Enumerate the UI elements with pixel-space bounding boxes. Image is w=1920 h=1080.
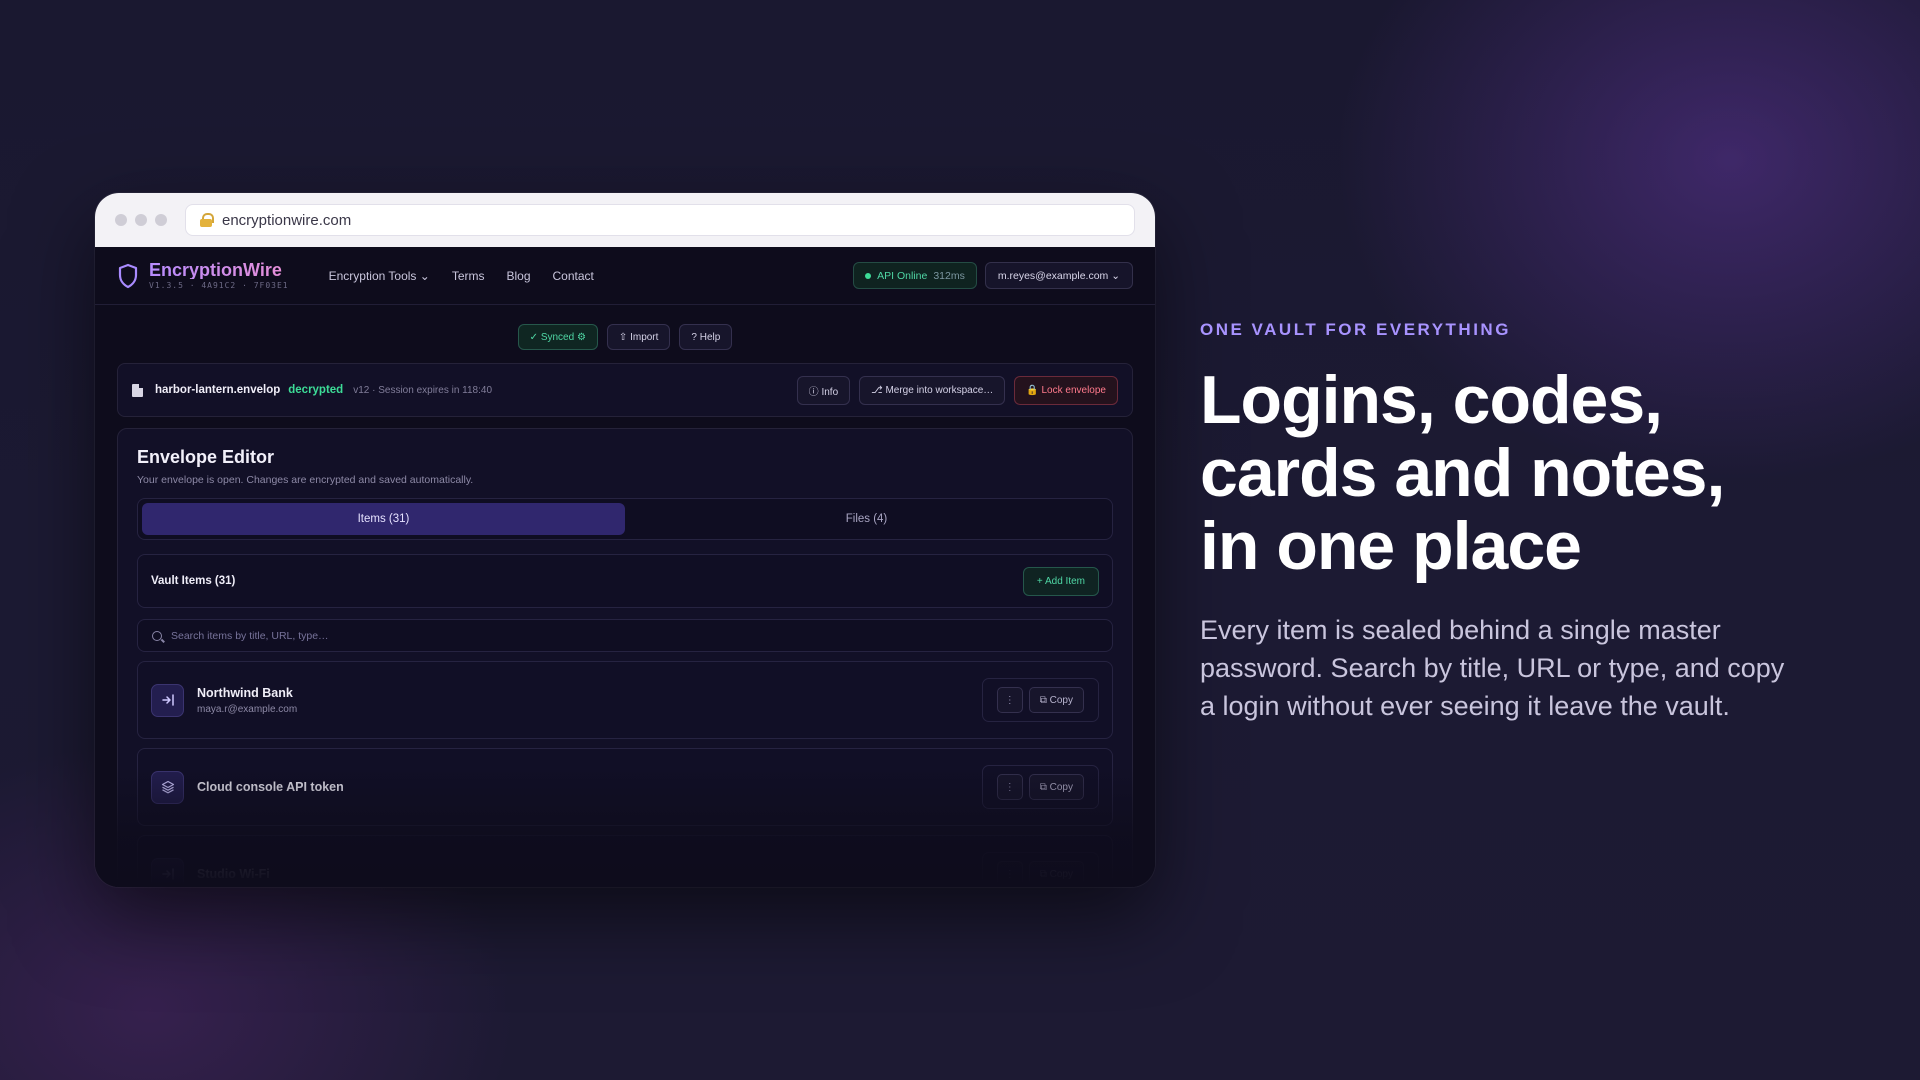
brand[interactable]: EncryptionWire V1.3.5 · 4A91C2 · 7F03E1 [117,261,289,290]
search-input[interactable]: Search items by title, URL, type… [137,619,1113,652]
item-title: Northwind Bank [197,685,293,700]
vault-header: Vault Items (31) + Add Item [137,554,1113,608]
eyebrow: ONE VAULT FOR EVERYTHING [1200,320,1511,339]
user-menu-button[interactable]: m.reyes@example.com ⌄ [984,262,1133,289]
item-text: Northwind Bank maya.r@example.com [197,686,297,715]
url-text: encryptionwire.com [222,211,352,229]
copy-button[interactable]: ⧉ Copy [1028,861,1084,887]
maximize-dot[interactable] [155,214,167,226]
tab-items[interactable]: Items (31) [142,503,625,535]
brand-text: EncryptionWire V1.3.5 · 4A91C2 · 7F03E1 [149,261,289,290]
help-button[interactable]: ? Help [679,324,733,350]
hero-body: Every item is sealed behind a single mas… [1200,615,1785,721]
item-actions: ⋮ ⧉ Copy [981,678,1099,722]
top-navigation: EncryptionWire V1.3.5 · 4A91C2 · 7F03E1 … [95,247,1155,305]
brand-version: V1.3.5 · 4A91C2 · 7F03E1 [149,281,289,290]
api-status-label: API Online [877,269,928,282]
address-bar[interactable]: encryptionwire.com [185,204,1135,236]
list-item[interactable]: Studio Wi-Fi ⋮ ⧉ Copy [137,835,1113,887]
item-subtitle: maya.r@example.com [197,703,298,715]
headline-line: in one place [1200,508,1582,584]
item-text: Cloud console API token [197,780,344,794]
item-text: Studio Wi-Fi [197,867,270,881]
search-icon [152,630,162,641]
close-dot[interactable] [115,214,127,226]
item-actions: ⋮ ⧉ Copy [981,852,1099,887]
layers-icon [151,770,184,804]
app-viewport: EncryptionWire V1.3.5 · 4A91C2 · 7F03E1 … [95,247,1155,887]
item-title: Cloud console API token [197,780,344,794]
lock-icon [200,213,214,227]
list-item[interactable]: Northwind Bank maya.r@example.com ⋮ ⧉ Co… [137,661,1113,739]
api-status-badge: API Online 312ms [853,262,977,289]
merge-button[interactable]: ⎇ Merge into workspace… [859,375,1006,405]
search-placeholder: Search items by title, URL, type… [171,629,329,642]
item-title: Studio Wi-Fi [197,867,270,881]
vault-item-list: Northwind Bank maya.r@example.com ⋮ ⧉ Co… [137,661,1113,887]
copy-button[interactable]: ⧉ Copy [1028,774,1084,800]
more-options-button[interactable]: ⋮ [996,687,1023,713]
envelope-status: decrypted [288,384,344,396]
nav-encryption-tools[interactable]: Encryption Tools ⌄ [329,269,430,283]
brand-name: EncryptionWire [149,261,289,279]
document-icon [132,383,143,397]
headline: Logins, codes, cards and notes, in one p… [1200,364,1840,583]
synced-button[interactable]: ✓ Synced ⚙ [517,324,598,350]
info-button[interactable]: ⓘ Info [796,375,851,405]
editor-subtitle: Your envelope is open. Changes are encry… [137,474,474,486]
toolbar: ✓ Synced ⚙ ⇧ Import ? Help [95,324,1155,350]
envelope-actions: ⓘ Info ⎇ Merge into workspace… 🔒 Lock en… [796,375,1118,405]
nav-right: API Online 312ms m.reyes@example.com ⌄ [853,262,1133,289]
vault-title: Vault Items (31) [151,575,236,587]
item-actions: ⋮ ⧉ Copy [981,765,1099,809]
login-icon [151,683,184,717]
add-item-button[interactable]: + Add Item [1022,566,1099,596]
shield-icon [117,263,139,289]
copy-button[interactable]: ⧉ Copy [1028,687,1084,713]
editor-tabs: Items (31) Files (4) [137,498,1113,540]
nav-links: Encryption Tools ⌄ Terms Blog Contact [329,269,594,283]
more-options-button[interactable]: ⋮ [996,861,1023,887]
more-options-button[interactable]: ⋮ [996,774,1023,800]
browser-window: encryptionwire.com EncryptionWire V1.3.5… [95,193,1155,887]
hero-section: ONE VAULT FOR EVERYTHING Logins, codes, … [1200,320,1840,725]
list-item[interactable]: Cloud console API token ⋮ ⧉ Copy [137,748,1113,826]
api-latency: 312ms [933,269,965,282]
window-controls [115,214,167,226]
envelope-meta: v12 · Session expires in 118:40 [353,384,493,396]
import-button[interactable]: ⇧ Import [606,324,671,350]
login-icon [151,857,184,887]
nav-blog[interactable]: Blog [506,269,530,283]
status-dot-icon [865,272,872,279]
editor-title: Envelope Editor [137,447,275,467]
tab-files[interactable]: Files (4) [625,503,1108,535]
headline-line: Logins, codes, [1200,362,1663,438]
nav-terms[interactable]: Terms [452,269,485,283]
envelope-editor: Envelope Editor Your envelope is open. C… [117,428,1133,887]
browser-chrome: encryptionwire.com [95,193,1155,247]
envelope-bar: harbor-lantern.envelop decrypted v12 · S… [117,363,1133,417]
nav-contact[interactable]: Contact [553,269,594,283]
minimize-dot[interactable] [135,214,147,226]
envelope-filename: harbor-lantern.envelop [155,384,281,396]
lock-envelope-button[interactable]: 🔒 Lock envelope [1014,375,1118,405]
headline-line: cards and notes, [1200,435,1725,511]
